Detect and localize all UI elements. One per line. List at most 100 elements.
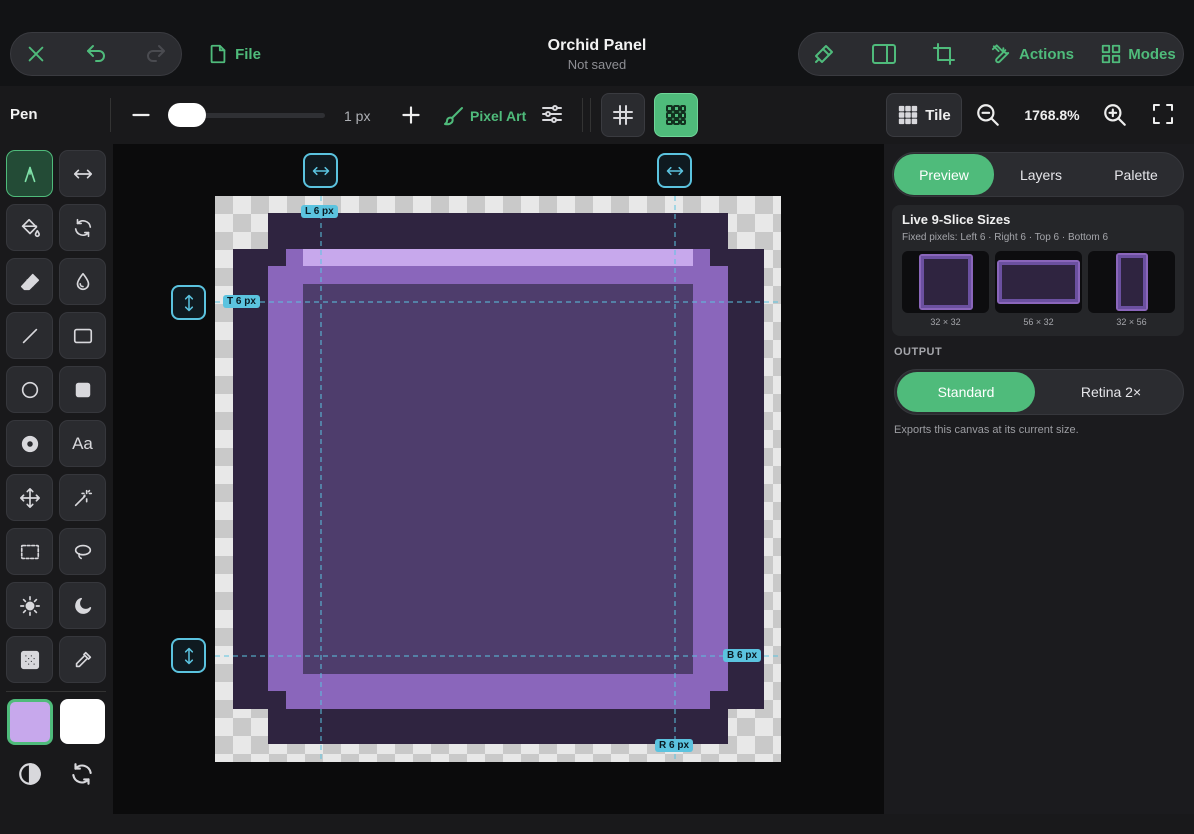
dashed-rect-icon (20, 544, 39, 559)
nine-slice-toggle[interactable] (654, 93, 698, 137)
redo-button[interactable] (140, 38, 172, 70)
modes-label: Modes (1128, 45, 1176, 63)
top-guide-handle[interactable] (171, 285, 206, 320)
divider (110, 98, 111, 132)
darken-tool[interactable] (59, 582, 106, 629)
arrows-horizontal-icon (73, 169, 92, 178)
output-standard[interactable]: Standard (897, 372, 1035, 412)
left-guide-handle[interactable] (303, 153, 338, 188)
modes-button[interactable]: Modes (1100, 38, 1176, 70)
rectangle-tool[interactable] (59, 312, 106, 359)
brush-settings-button[interactable] (808, 38, 840, 70)
magic-wand-icon (74, 489, 92, 506)
close-button[interactable] (20, 38, 52, 70)
pixel-canvas[interactable] (113, 144, 884, 814)
fill-tool[interactable] (6, 204, 53, 251)
secondary-color-swatch[interactable] (60, 699, 105, 744)
magic-wand-tool[interactable] (59, 474, 106, 521)
rotate-tool[interactable] (59, 204, 106, 251)
mirror-tool[interactable] (59, 150, 106, 197)
tab-palette[interactable]: Palette (1089, 154, 1183, 195)
crop-button[interactable] (928, 38, 960, 70)
preview-32x56 (1088, 251, 1175, 313)
lighten-tool[interactable] (6, 582, 53, 629)
divider (582, 98, 583, 132)
preview-shape (997, 260, 1080, 304)
checker-icon (20, 650, 39, 669)
filled-circle-icon (21, 435, 38, 452)
preview-label: 32 × 56 (1116, 317, 1147, 327)
increase-size-button[interactable] (398, 102, 424, 128)
eyedropper-icon (75, 651, 91, 667)
tile-icon (899, 105, 918, 125)
contrast-icon (19, 763, 41, 785)
brush-size-value: 1 px (344, 108, 371, 124)
bottom-guide-handle[interactable] (171, 638, 206, 673)
brush-toolbar: Pen 1 px Pixel Art (0, 86, 884, 144)
preview-label: 32 × 32 (930, 317, 961, 327)
pen-tool[interactable] (6, 150, 53, 197)
bottom-bar (0, 814, 1194, 834)
contrast-toggle-button[interactable] (17, 761, 43, 787)
tool-sidebar: Aa (0, 144, 113, 814)
actions-button[interactable]: Actions (990, 38, 1074, 70)
fullscreen-icon (1153, 104, 1173, 124)
swap-colors-button[interactable] (69, 761, 95, 787)
tile-button[interactable]: Tile (886, 93, 962, 137)
zoom-in-button[interactable] (1102, 102, 1128, 128)
minus-icon (132, 113, 150, 117)
save-status: Not saved (567, 57, 627, 72)
inner-panel (303, 284, 693, 674)
right-guide-handle[interactable] (657, 153, 692, 188)
preview-shape (1116, 253, 1148, 311)
canvas-area[interactable]: L 6 px T 6 px B 6 px R 6 px (113, 144, 884, 814)
tab-layers[interactable]: Layers (993, 154, 1089, 195)
panel-toggle-button[interactable] (868, 38, 900, 70)
blur-tool[interactable] (59, 258, 106, 305)
dither-tool[interactable] (6, 636, 53, 683)
eraser-icon (20, 273, 39, 290)
eraser-tool[interactable] (6, 258, 53, 305)
file-button[interactable]: File (204, 38, 264, 70)
file-icon (210, 44, 226, 64)
preview-label: 56 × 32 (1023, 317, 1054, 327)
pen-icon (24, 166, 35, 182)
brush-mode-button[interactable]: Pixel Art (442, 102, 527, 130)
hash-icon (613, 105, 633, 125)
brush-size-slider[interactable] (168, 103, 325, 127)
arrows-vertical-icon (184, 294, 193, 311)
text-tool[interactable]: Aa (59, 420, 106, 467)
fullscreen-button[interactable] (1151, 102, 1177, 128)
close-icon (28, 46, 44, 62)
lasso-tool[interactable] (59, 528, 106, 575)
pixel-grid-toggle[interactable] (601, 93, 645, 137)
move-tool[interactable] (6, 474, 53, 521)
tab-preview[interactable]: Preview (894, 154, 994, 195)
arrows-horizontal-icon (312, 166, 329, 175)
panel-tabs: Preview Layers Palette (892, 152, 1184, 197)
decrease-size-button[interactable] (128, 102, 154, 128)
moon-icon (74, 597, 91, 614)
ellipse-tool[interactable] (6, 366, 53, 413)
undo-button[interactable] (80, 38, 112, 70)
slider-thumb[interactable] (168, 103, 206, 127)
brush-options-button[interactable] (540, 102, 566, 128)
line-tool[interactable] (6, 312, 53, 359)
preview-56x32 (995, 251, 1082, 313)
top-bar: File Orchid Panel Not saved Actions Mode… (0, 0, 1194, 86)
output-retina[interactable]: Retina 2× (1041, 372, 1181, 412)
primary-color-swatch[interactable] (7, 699, 53, 745)
output-selector: Standard Retina 2× (894, 369, 1184, 415)
swap-icon (72, 763, 92, 785)
move-icon (19, 487, 40, 508)
eyedropper-tool[interactable] (59, 636, 106, 683)
arrows-vertical-icon (184, 647, 193, 664)
select-rect-tool[interactable] (6, 528, 53, 575)
filled-rectangle-tool[interactable] (59, 366, 106, 413)
rectangle-icon (73, 328, 92, 343)
zoom-out-button[interactable] (975, 102, 1001, 128)
top-highlight (303, 249, 693, 266)
actions-label: Actions (1018, 45, 1074, 63)
filled-ellipse-tool[interactable] (6, 420, 53, 467)
preview-32x32 (902, 251, 989, 313)
